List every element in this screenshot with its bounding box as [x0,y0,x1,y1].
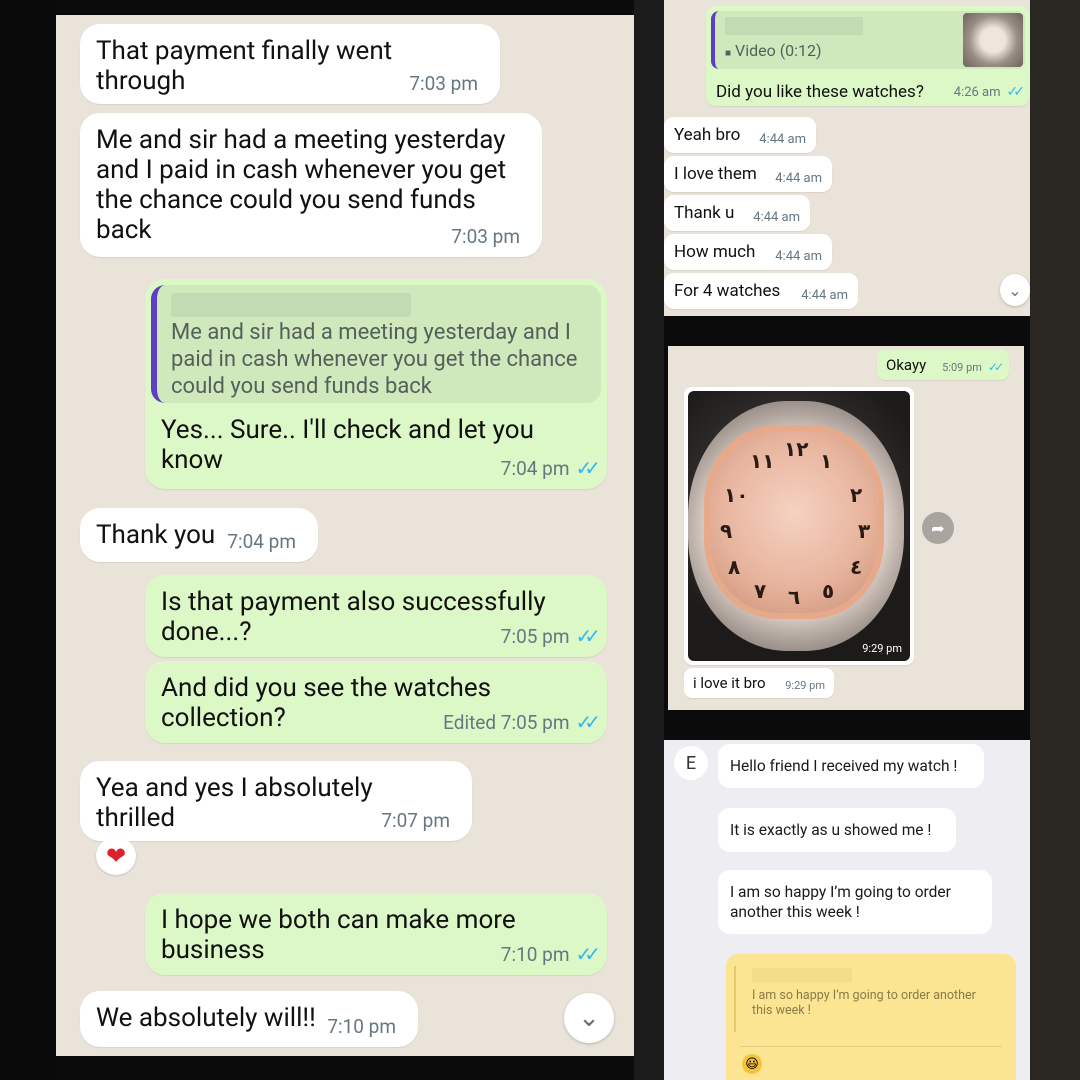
message-time: 7:04 pm [227,530,296,553]
message-time: 7:05 pm ✓✓ [500,624,601,648]
message-incoming: Me and sir had a meeting yesterday and I… [80,113,542,257]
background-stripe [0,0,56,1080]
chat-screenshot-watches-price: ■ Video (0:12) Did you like these watche… [664,0,1030,316]
message-incoming: We absolutely will!! 7:10 pm [80,991,418,1047]
message-text: It is exactly as u showed me ! [730,821,932,839]
read-receipt-icon: ✓✓ [575,710,600,734]
message-incoming: For 4 watches 4:44 am [664,273,858,309]
message-text: I am so happy I’m going to order another… [730,883,951,921]
message-incoming: Thank u 4:44 am [664,195,810,231]
video-thumbnail[interactable] [963,13,1023,67]
quoted-message[interactable]: Me and sir had a meeting yesterday and I… [151,285,601,403]
read-receipt-icon: ✓✓ [575,624,600,648]
read-receipt-icon: ✓✓ [987,360,1004,374]
scroll-to-bottom-button[interactable]: ⌄ [1000,274,1030,306]
message-incoming: It is exactly as u showed me ! [718,808,956,852]
message-text: Yea and yes I absolutely thrilled [96,773,373,833]
message-time: 4:44 am [801,288,848,303]
message-incoming: I love them 4:44 am [664,156,832,192]
background-stripe [634,0,664,1080]
message-outgoing: And did you see the watches collection? … [145,661,607,743]
video-label: ■ Video (0:12) [725,41,822,60]
message-incoming: That payment finally went through 7:03 p… [80,24,500,104]
background-jewelry-texture [1030,0,1080,1080]
message-outgoing: I hope we both can make more business 7:… [145,893,607,975]
redacted-sender-name [725,17,863,35]
double-chevron-down-icon: ⌄ [578,1003,600,1033]
message-time: Edited 7:05 pm ✓✓ [443,710,601,734]
message-text: Did you like these watches? [716,82,924,102]
watch-photo[interactable]: ١٢ ١١ ١ ١٠ ٢ ٩ ٣ ٨ ٤ ٧ ٦ ٥ 9:29 pm [688,391,910,661]
message-time: 7:07 pm [381,809,450,832]
message-incoming: How much 4:44 am [664,234,832,270]
message-time: 7:10 pm ✓✓ [500,942,601,966]
message-incoming: Yea and yes I absolutely thrilled 7:07 p… [80,761,472,841]
message-time: 4:26 am ✓✓ [953,84,1026,100]
chat-screenshot-main: That payment finally went through 7:03 p… [56,15,634,1056]
heart-reaction-icon[interactable]: ❤ [96,837,136,875]
message-incoming: i love it bro 9:29 pm [684,668,834,698]
double-chevron-down-icon: ⌄ [1008,280,1022,300]
message-time: 7:03 pm [409,72,478,95]
message-outgoing-reply: I am so happy I’m going to order another… [726,954,1016,1080]
message-time: 5:09 pm ✓✓ [942,360,1004,374]
message-incoming: Yeah bro 4:44 am [664,117,816,153]
forward-icon[interactable]: ➦ [922,512,954,544]
message-text: Hello friend I received my watch ! [730,757,958,775]
message-time: 7:10 pm [327,1015,396,1038]
message-incoming: I am so happy I’m going to order another… [718,870,992,934]
image-time: 9:29 pm [862,642,902,655]
message-incoming: Hello friend I received my watch ! [718,744,984,788]
message-outgoing: Okayy 5:09 pm ✓✓ [877,350,1009,380]
redacted-sender-name [171,293,411,317]
message-outgoing-reply: Me and sir had a meeting yesterday and I… [145,279,607,489]
avatar[interactable]: E [674,746,708,780]
message-outgoing-reply: ■ Video (0:12) Did you like these watche… [706,6,1030,106]
message-incoming: Thank you 7:04 pm [80,508,318,562]
chat-screenshot-watch-photo: Okayy 5:09 pm ✓✓ ١٢ ١١ ١ ١٠ ٢ ٩ ٣ ٨ ٤ ٧ ٦… [668,346,1024,710]
message-time: 4:44 am [759,132,806,147]
message-time: 4:44 am [775,171,822,186]
watch-dial: ١٢ ١١ ١ ١٠ ٢ ٩ ٣ ٨ ٤ ٧ ٦ ٥ [710,431,878,613]
scroll-to-bottom-button[interactable]: ⌄ [564,993,614,1043]
quoted-text: Me and sir had a meeting yesterday and I… [171,320,578,399]
quoted-video[interactable]: ■ Video (0:12) [711,11,1025,69]
read-receipt-icon: ✓✓ [575,456,600,480]
message-time: 7:03 pm [451,225,520,248]
quoted-text: I am so happy I’m going to order another… [752,988,976,1018]
message-time: 4:44 am [775,249,822,264]
smiley-emoji-icon: 😃 [742,1054,762,1074]
image-message[interactable]: ١٢ ١١ ١ ١٠ ٢ ٩ ٣ ٨ ٤ ٧ ٦ ٥ 9:29 pm [684,387,914,665]
video-icon: ■ [725,48,732,59]
redacted-sender-name [752,968,852,982]
message-text: That payment finally went through [96,36,393,96]
message-time: 7:04 pm ✓✓ [500,456,601,480]
chat-screenshot-customer-review: E Hello friend I received my watch ! It … [664,740,1030,1080]
read-receipt-icon: ✓✓ [575,942,600,966]
message-time: 4:44 am [753,210,800,225]
read-receipt-icon: ✓✓ [1006,84,1026,100]
quoted-message[interactable]: I am so happy I’m going to order another… [734,966,1004,1032]
message-outgoing: Is that payment also successfully done..… [145,575,607,657]
divider [740,1046,1002,1047]
message-time: 9:29 pm [785,679,825,692]
